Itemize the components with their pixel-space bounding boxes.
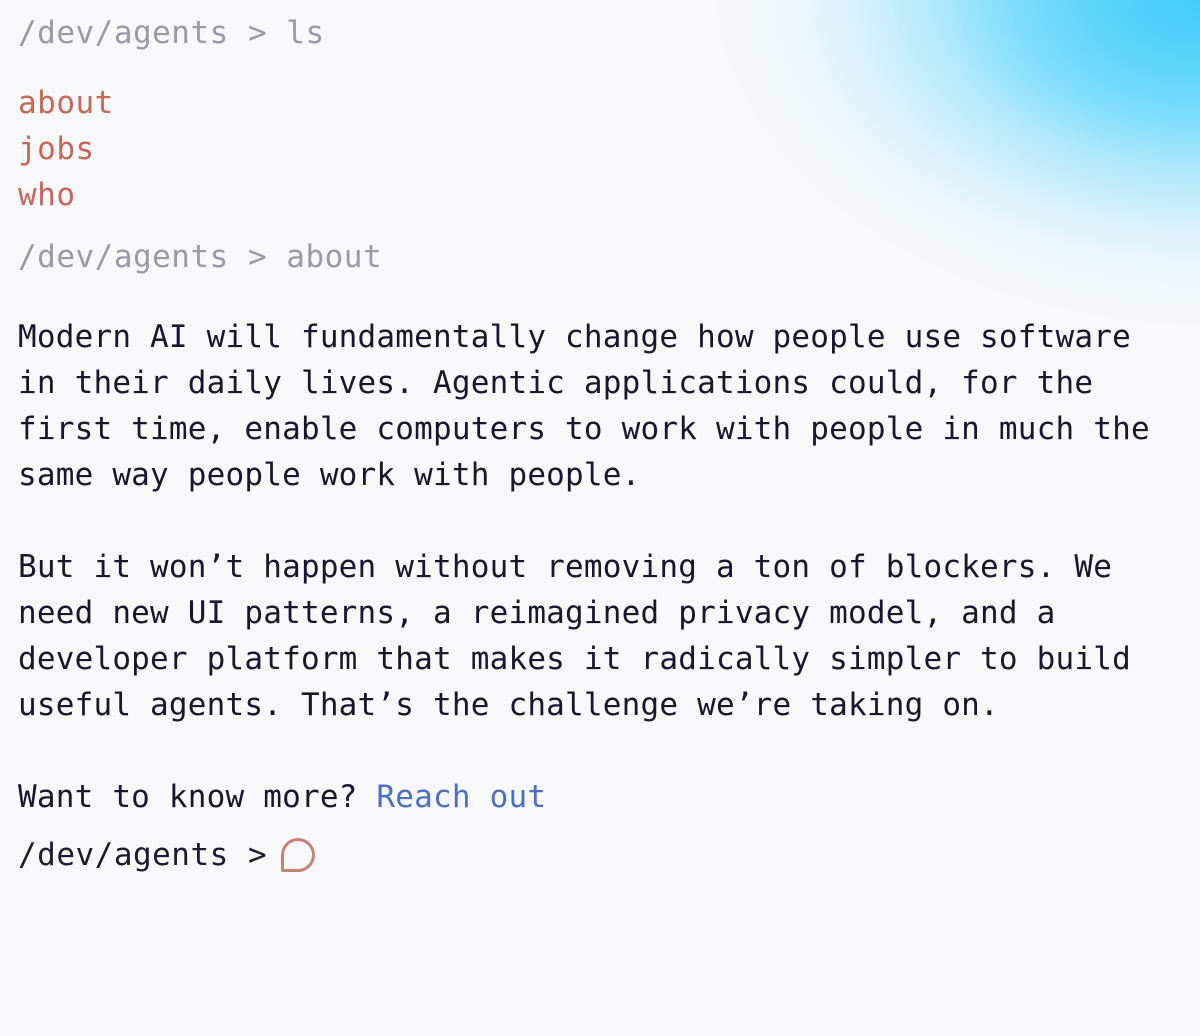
reach-out-prefix: Want to know more? bbox=[18, 779, 377, 815]
about-paragraph-2: But it won’t happen without removing a t… bbox=[18, 549, 1150, 723]
ls-entry-jobs[interactable]: jobs bbox=[18, 126, 95, 172]
terminal-content: /dev/agents > ls about jobs who /dev/age… bbox=[0, 10, 1200, 878]
active-prompt-text: /dev/agents > bbox=[18, 837, 268, 873]
ls-entry-about[interactable]: about bbox=[18, 80, 114, 126]
ls-entry-who[interactable]: who bbox=[18, 172, 76, 218]
ls-output-list: about jobs who bbox=[18, 80, 1182, 218]
speech-bubble-icon bbox=[281, 838, 316, 872]
command-line-ls: /dev/agents > ls bbox=[18, 15, 325, 51]
command-line-about: /dev/agents > about bbox=[18, 239, 383, 275]
active-prompt-line[interactable]: /dev/agents > bbox=[18, 832, 1182, 878]
about-paragraph-3: Want to know more? Reach out bbox=[18, 774, 1182, 820]
about-paragraph-1: Modern AI will fundamentally change how … bbox=[18, 319, 1169, 493]
terminal-window: /dev/agents > ls about jobs who /dev/age… bbox=[0, 0, 1200, 1036]
reach-out-link[interactable]: Reach out bbox=[376, 779, 546, 815]
